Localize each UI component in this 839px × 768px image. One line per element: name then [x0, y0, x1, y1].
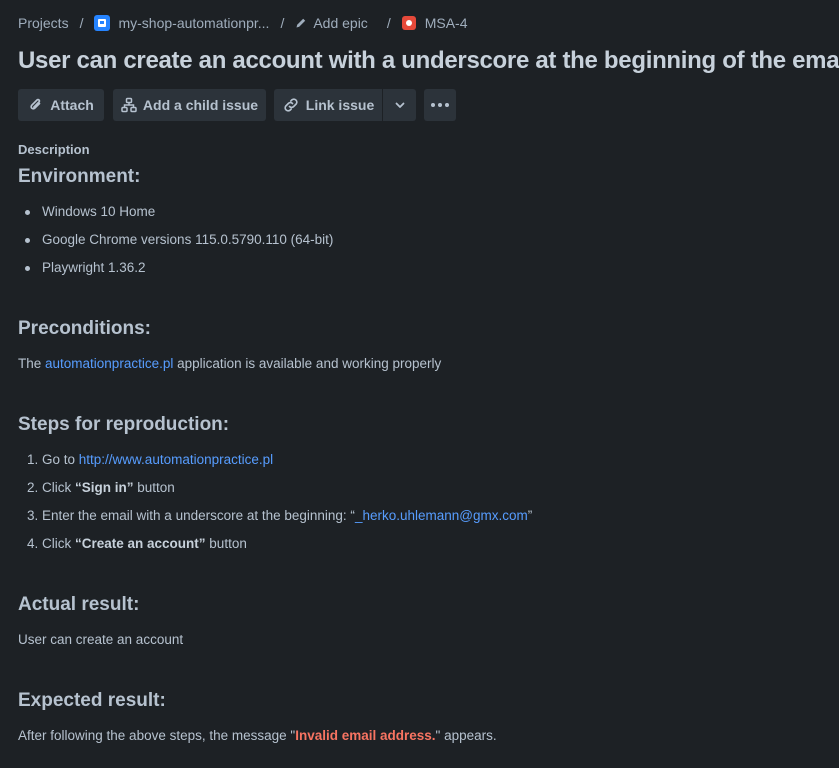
steps-list: 1. Go to http://www.automationpractice.p… — [18, 451, 532, 563]
breadcrumb-add-epic[interactable]: Add epic — [295, 15, 368, 31]
text-segment: Click — [42, 536, 75, 551]
email-link[interactable]: _herko.uhlemann@gmx.com — [355, 508, 528, 523]
automationpractice-url-link[interactable]: http://www.automationpractice.pl — [79, 452, 273, 467]
list-item: Google Chrome versions 115.0.5790.110 (6… — [18, 231, 333, 259]
text-segment: Enter the email with a underscore at the… — [42, 508, 355, 523]
add-child-issue-button[interactable]: Add a child issue — [113, 89, 266, 121]
step-number: 1. — [27, 452, 39, 467]
text-segment: button — [205, 536, 247, 551]
list-item: 1. Go to http://www.automationpractice.p… — [18, 451, 532, 479]
attach-button[interactable]: Attach — [18, 89, 104, 121]
chevron-down-icon — [395, 102, 404, 108]
issue-title[interactable]: User can create an account with a unders… — [18, 47, 839, 75]
add-child-issue-label: Add a child issue — [142, 97, 259, 113]
text-segment: button — [133, 480, 175, 495]
list-item: Windows 10 Home — [18, 203, 333, 231]
link-issue-button[interactable]: Link issue — [274, 89, 382, 121]
list-item: 2. Click “Sign in” button — [18, 479, 532, 507]
text-segment: " appears. — [435, 728, 497, 743]
text-segment: Go to — [42, 452, 79, 467]
bug-icon — [401, 16, 416, 30]
environment-list: Windows 10 Home Google Chrome versions 1… — [18, 203, 333, 287]
text-segment: application is available and working pro… — [173, 356, 442, 371]
list-item-text: Windows 10 Home — [42, 204, 156, 219]
error-message-text: Invalid email address. — [295, 728, 436, 743]
create-account-text: “Create an account” — [75, 536, 206, 551]
breadcrumb-separator: / — [280, 15, 285, 31]
description-label: Description — [18, 142, 90, 157]
breadcrumb-separator: / — [386, 15, 391, 31]
list-item: 4. Click “Create an account” button — [18, 535, 532, 563]
expected-result-text: After following the above steps, the mes… — [18, 728, 497, 743]
actual-result-heading: Actual result: — [18, 594, 140, 615]
pencil-icon — [295, 17, 307, 29]
breadcrumb-project[interactable]: my-shop-automationpr... — [94, 15, 269, 31]
hierarchy-icon — [121, 97, 137, 113]
project-avatar-icon — [94, 15, 111, 31]
list-item-text: Google Chrome versions 115.0.5790.110 (6… — [42, 232, 334, 247]
bullet-icon — [25, 210, 30, 215]
automationpractice-link[interactable]: automationpractice.pl — [45, 356, 173, 371]
link-issue-dropdown-button[interactable] — [383, 89, 416, 121]
breadcrumb-separator: / — [79, 15, 84, 31]
list-item: Playwright 1.36.2 — [18, 259, 333, 287]
environment-heading: Environment: — [18, 166, 141, 187]
bullet-icon — [25, 266, 30, 271]
text-segment: ” — [527, 508, 533, 523]
link-issue-label: Link issue — [305, 97, 375, 113]
breadcrumb-issue-key: MSA-4 — [424, 15, 468, 31]
steps-heading: Steps for reproduction: — [18, 414, 230, 435]
link-icon — [284, 98, 298, 112]
sign-in-text: “Sign in” — [75, 480, 134, 495]
step-number: 4. — [27, 536, 39, 551]
breadcrumb-issue[interactable]: MSA-4 — [401, 15, 468, 31]
text-segment: After following the above steps, the mes… — [18, 728, 296, 743]
more-horizontal-icon — [431, 103, 449, 107]
attach-label: Attach — [50, 97, 94, 113]
breadcrumb-project-label: my-shop-automationpr... — [118, 15, 270, 31]
more-actions-button[interactable] — [424, 89, 456, 121]
preconditions-heading: Preconditions: — [18, 318, 152, 339]
breadcrumb: Projects / my-shop-automationpr... / Add… — [18, 13, 468, 33]
bullet-icon — [25, 238, 30, 243]
actual-result-text: User can create an account — [18, 632, 184, 647]
step-number: 2. — [27, 480, 39, 495]
step-number: 3. — [27, 508, 39, 523]
breadcrumb-add-epic-label: Add epic — [313, 15, 368, 31]
list-item-text: Playwright 1.36.2 — [42, 260, 146, 275]
paperclip-icon — [30, 98, 41, 110]
preconditions-text: The automationpractice.pl application is… — [18, 356, 441, 371]
text-segment: Click — [42, 480, 75, 495]
breadcrumb-projects[interactable]: Projects — [18, 15, 69, 31]
list-item: 3. Enter the email with a underscore at … — [18, 507, 532, 535]
text-segment: The — [18, 356, 46, 371]
expected-result-heading: Expected result: — [18, 690, 166, 711]
